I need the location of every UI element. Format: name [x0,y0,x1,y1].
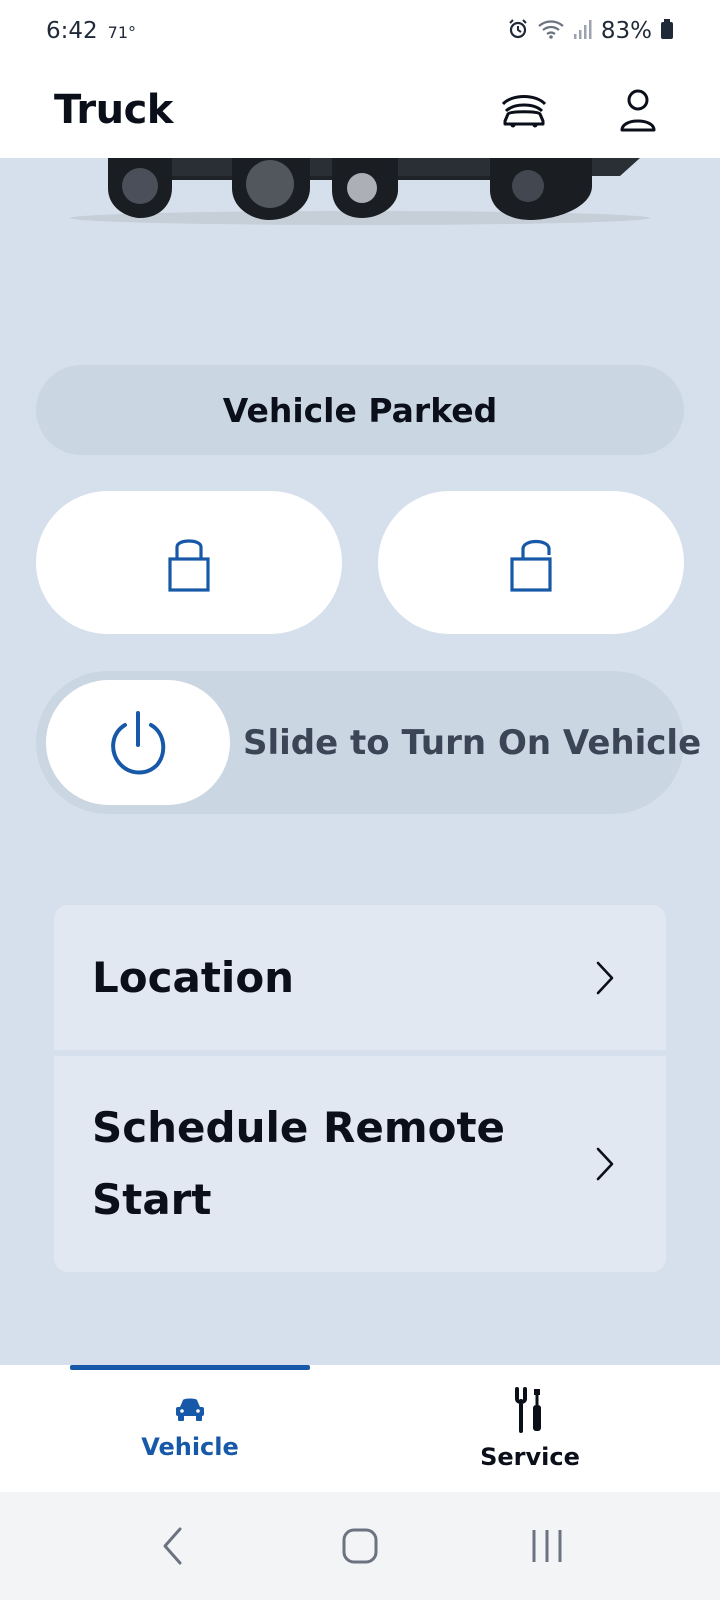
system-nav-bar [0,1492,720,1600]
user-icon [620,89,656,132]
lock-icon [168,538,210,592]
status-temperature: 71° [107,23,137,42]
tools-icon [515,1386,541,1433]
vehicle-status-text: Vehicle Parked [222,390,498,430]
battery-percent: 83% [600,18,652,44]
location-label: Location [92,952,295,1002]
location-row[interactable]: Location [54,905,666,1050]
account-button[interactable] [610,82,666,138]
tab-vehicle[interactable]: Vehicle [10,1365,370,1492]
unlock-icon [510,539,552,592]
chevron-right-icon [596,961,614,994]
page-title: Truck [54,87,173,133]
back-icon [163,1527,182,1565]
status-time: 6:42 [46,18,98,44]
status-right: 83% [507,18,674,44]
tab-service-label: Service [480,1442,580,1471]
alarm-icon [507,18,529,44]
power-icon [111,710,166,774]
tab-service[interactable]: Service [350,1365,710,1492]
slider-handle[interactable] [46,680,230,805]
vehicle-image [0,158,720,238]
wifi-icon [537,18,565,44]
schedule-remote-start-label: Schedule Remote Start [92,1103,506,1224]
battery-icon [660,18,674,44]
car-icon [176,1398,204,1421]
signal-icon [573,18,593,44]
schedule-remote-start-row[interactable]: Schedule Remote Start [54,1056,666,1272]
recents-button[interactable] [517,1516,577,1576]
header-actions [496,82,666,138]
status-bar: 6:42 71° 83% [0,0,720,62]
vehicle-switch-button[interactable] [496,82,552,138]
chevron-right-icon [596,1147,614,1181]
garage-car-icon [501,95,547,128]
vehicle-status-pill: Vehicle Parked [36,365,684,455]
home-button[interactable] [330,1516,390,1576]
remote-start-slider[interactable]: Slide to Turn On Vehicle [36,671,701,814]
slider-label: Slide to Turn On Vehicle [243,722,702,763]
tab-vehicle-label: Vehicle [141,1432,239,1461]
back-button[interactable] [143,1516,203,1576]
unlock-button[interactable] [378,491,684,634]
app-header: Truck [0,62,720,158]
lock-button[interactable] [36,491,342,634]
status-left: 6:42 71° [46,18,136,44]
home-icon [342,1528,378,1564]
recents-icon [532,1530,562,1562]
bottom-nav: Vehicle Service [0,1365,720,1492]
